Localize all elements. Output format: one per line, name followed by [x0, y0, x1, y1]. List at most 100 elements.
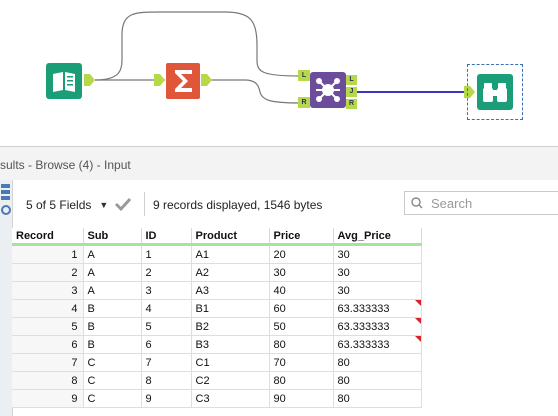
record-number: 6 [12, 335, 84, 354]
cell-avg-price[interactable]: 30 [333, 281, 422, 300]
join-right-anchor[interactable]: R [298, 97, 310, 108]
search-box[interactable] [404, 191, 558, 215]
table-row[interactable]: 5 B 5 B2 50 63.333333 [12, 317, 422, 336]
join-output-join-label: J [349, 88, 354, 95]
cell-price[interactable]: 20 [269, 244, 334, 264]
join-icon [310, 72, 346, 108]
record-number: 3 [12, 281, 84, 300]
search-input[interactable] [429, 194, 553, 212]
checkmark-icon[interactable] [114, 196, 132, 212]
cell-sub[interactable]: A [83, 281, 142, 300]
cell-avg-price[interactable]: 30 [333, 244, 422, 264]
column-header-id[interactable]: ID [141, 228, 192, 246]
cell-avg-price[interactable]: 80 [333, 371, 422, 390]
table-row[interactable]: 8 C 8 C2 80 80 [12, 371, 422, 390]
cell-price[interactable]: 80 [269, 335, 334, 354]
browse-tool[interactable] [477, 74, 513, 110]
cell-price[interactable]: 60 [269, 299, 334, 318]
record-number: 7 [12, 353, 84, 372]
cell-id[interactable]: 9 [141, 389, 192, 408]
table-row[interactable]: 9 C 9 C3 90 80 [12, 389, 422, 408]
table-row[interactable]: 3 A 3 A3 40 30 [12, 281, 422, 300]
record-number: 9 [12, 389, 84, 408]
cell-sub[interactable]: C [83, 353, 142, 372]
cell-product[interactable]: A1 [191, 244, 270, 264]
cell-id[interactable]: 5 [141, 317, 192, 336]
cell-sub[interactable]: C [83, 371, 142, 390]
cell-price[interactable]: 40 [269, 281, 334, 300]
cell-product[interactable]: C1 [191, 353, 270, 372]
chevron-down-icon: ▼ [99, 200, 109, 210]
column-header-avg-price[interactable]: Avg_Price [333, 228, 422, 246]
cell-price[interactable]: 90 [269, 389, 334, 408]
summarize-tool[interactable] [166, 63, 200, 99]
anchor-arrow-icon [201, 74, 212, 86]
cell-id[interactable]: 3 [141, 281, 192, 300]
cell-product[interactable]: B2 [191, 317, 270, 336]
cell-id[interactable]: 2 [141, 263, 192, 282]
toolbar-divider [144, 192, 145, 216]
results-toolbar: 5 of 5 Fields ▼ 9 records displayed, 154… [12, 186, 558, 222]
workflow-canvas[interactable]: L R L J R [0, 0, 558, 146]
table-row[interactable]: 7 C 7 C1 70 80 [12, 353, 422, 372]
fields-dropdown-label: 5 of 5 Fields [26, 198, 92, 212]
table-row[interactable]: 6 B 6 B3 80 63.333333 [12, 335, 422, 354]
column-header-sub[interactable]: Sub [83, 228, 142, 246]
cell-sub[interactable]: B [83, 317, 142, 336]
cell-avg-price-truncated[interactable]: 63.333333 [333, 335, 422, 354]
cell-price[interactable]: 50 [269, 317, 334, 336]
record-number: 4 [12, 299, 84, 318]
connection-summarize-to-join-right[interactable] [205, 79, 301, 104]
cell-sub[interactable]: B [83, 299, 142, 318]
cell-id[interactable]: 7 [141, 353, 192, 372]
join-output-join-anchor[interactable]: J [346, 87, 357, 97]
anchor-arrow-icon [84, 74, 95, 86]
sigma-icon [166, 63, 200, 99]
cell-product[interactable]: C2 [191, 371, 270, 390]
cell-product[interactable]: A3 [191, 281, 270, 300]
results-grid[interactable]: Record Sub ID Product Price Avg_Price 1 … [12, 228, 422, 408]
cell-product[interactable]: C3 [191, 389, 270, 408]
join-left-anchor-label: L [301, 72, 307, 79]
join-output-left-label: L [349, 76, 354, 83]
cell-sub[interactable]: B [83, 335, 142, 354]
cell-avg-price[interactable]: 30 [333, 263, 422, 282]
cell-sub[interactable]: A [83, 244, 142, 264]
fields-dropdown[interactable]: 5 of 5 Fields ▼ [26, 198, 108, 212]
cell-avg-price[interactable]: 80 [333, 353, 422, 372]
cell-avg-price-truncated[interactable]: 63.333333 [333, 299, 422, 318]
column-header-record[interactable]: Record [12, 228, 84, 246]
table-row[interactable]: 1 A 1 A1 20 30 [12, 244, 422, 264]
column-header-product[interactable]: Product [191, 228, 270, 246]
results-title: sults - Browse (4) - Input [0, 158, 131, 172]
cell-price[interactable]: 80 [269, 371, 334, 390]
cell-product[interactable]: A2 [191, 263, 270, 282]
cell-id[interactable]: 6 [141, 335, 192, 354]
cell-sub[interactable]: A [83, 263, 142, 282]
cell-product[interactable]: B3 [191, 335, 270, 354]
record-number: 1 [12, 244, 84, 264]
cell-price[interactable]: 30 [269, 263, 334, 282]
table-view-icon[interactable] [0, 182, 12, 218]
search-icon [411, 197, 423, 209]
cell-price[interactable]: 70 [269, 353, 334, 372]
join-output-left-anchor[interactable]: L [346, 75, 357, 85]
cell-id[interactable]: 4 [141, 299, 192, 318]
column-header-price[interactable]: Price [269, 228, 334, 246]
record-number: 5 [12, 317, 84, 336]
cell-sub[interactable]: C [83, 389, 142, 408]
join-left-anchor[interactable]: L [298, 70, 310, 81]
join-output-right-label: R [348, 100, 355, 107]
cell-product[interactable]: B1 [191, 299, 270, 318]
table-row[interactable]: 4 B 4 B1 60 63.333333 [12, 299, 422, 318]
cell-avg-price[interactable]: 80 [333, 389, 422, 408]
input-tool[interactable] [46, 63, 82, 99]
cell-avg-price-truncated[interactable]: 63.333333 [333, 317, 422, 336]
grid-header-row: Record Sub ID Product Price Avg_Price [12, 228, 422, 246]
cell-id[interactable]: 1 [141, 244, 192, 264]
record-number: 8 [12, 371, 84, 390]
cell-id[interactable]: 8 [141, 371, 192, 390]
table-row[interactable]: 2 A 2 A2 30 30 [12, 263, 422, 282]
join-tool[interactable] [310, 72, 346, 108]
join-output-right-anchor[interactable]: R [346, 99, 357, 109]
